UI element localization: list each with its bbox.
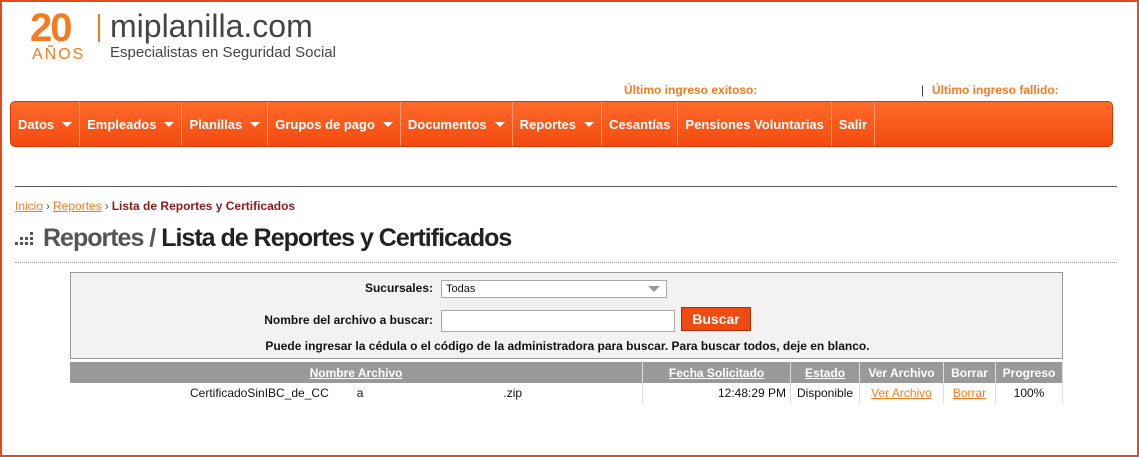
- nav-reportes[interactable]: Reportes: [513, 102, 602, 146]
- table-row: CertificadoSinIBC_de_CC a .zip 12:48:29 PM…: [70, 383, 1064, 403]
- nav-salir[interactable]: Salir: [832, 102, 876, 146]
- breadcrumb-current: Lista de Reportes y Certificados: [111, 199, 296, 213]
- main-nav: Datos Empleados Planillas Grupos de pago…: [10, 101, 1113, 147]
- header-ver-archivo: Ver Archivo: [859, 362, 944, 383]
- logo-site-name: miplanilla.com: [110, 8, 313, 44]
- search-hint: Puede ingresar la cédula o el código de …: [265, 339, 870, 353]
- chevron-down-icon: [584, 121, 594, 127]
- logo[interactable]: 20 AÑOS miplanilla.com Especialistas en …: [30, 8, 350, 68]
- nav-documentos-label: Documentos: [407, 116, 487, 132]
- title-divider: [15, 262, 1117, 263]
- delete-cell: Borrar: [943, 383, 996, 403]
- nav-grupos-de-pago[interactable]: Grupos de pago: [268, 102, 401, 146]
- login-separator: |: [921, 83, 925, 97]
- chevron-down-icon: [494, 121, 505, 127]
- reports-table: Nombre Archivo Fecha Solicitado Estado V…: [70, 362, 1064, 403]
- file-name-cell: CertificadoSinIBC_de_CC a .zip: [70, 383, 644, 403]
- chevron-down-icon: [648, 286, 660, 292]
- file-name-mid: a: [356, 386, 364, 400]
- page-title: Reportes / Lista de Reportes y Certifica…: [15, 224, 512, 253]
- sort-by-status-link[interactable]: Estado: [805, 366, 845, 380]
- breadcrumb-separator: ›: [46, 199, 51, 213]
- date-requested-cell: 12:48:29 PM: [642, 383, 792, 403]
- nav-grupos-de-pago-label: Grupos de pago: [275, 116, 375, 132]
- header-borrar: Borrar: [943, 362, 996, 383]
- search-panel: Sucursales: Todas Nombre del archivo a b…: [70, 272, 1063, 359]
- page-title-section: Reportes /: [43, 224, 156, 252]
- nav-salir-label: Salir: [838, 116, 868, 132]
- breadcrumb-home-link[interactable]: Inicio: [15, 199, 43, 213]
- status-cell: Disponible: [790, 383, 861, 403]
- header-estado[interactable]: Estado: [790, 362, 861, 383]
- nav-empleados[interactable]: Empleados: [80, 102, 183, 146]
- branches-select-value: Todas: [446, 283, 476, 295]
- branches-label: Sucursales:: [364, 281, 433, 295]
- logo-anniversary-years: AÑOS: [32, 46, 86, 63]
- nav-empleados-label: Empleados: [87, 116, 157, 132]
- search-button[interactable]: Buscar: [681, 307, 751, 331]
- sort-by-date-link[interactable]: Fecha Solicitado: [669, 366, 764, 380]
- last-success-login-label: Último ingreso exitoso:: [624, 83, 758, 97]
- logo-divider: [98, 14, 100, 42]
- nav-planillas-label: Planillas: [189, 116, 243, 132]
- branches-select[interactable]: Todas: [441, 280, 667, 298]
- breadcrumb-separator: ›: [104, 199, 109, 213]
- sort-by-name-link[interactable]: Nombre Archivo: [310, 366, 403, 380]
- nav-pensiones-voluntarias-label: Pensiones Voluntarias: [685, 116, 824, 132]
- nav-pensiones-voluntarias[interactable]: Pensiones Voluntarias: [678, 102, 832, 146]
- header-divider: [15, 186, 1117, 187]
- logo-anniversary-number: 20: [30, 6, 72, 50]
- chevron-down-icon: [250, 121, 261, 127]
- view-file-cell: Ver Archivo: [859, 383, 944, 403]
- nav-reportes-label: Reportes: [519, 116, 576, 132]
- chevron-down-icon: [382, 121, 393, 127]
- delete-link[interactable]: Borrar: [953, 386, 986, 400]
- nav-documentos[interactable]: Documentos: [401, 102, 513, 146]
- nav-cesantias-label: Cesantías: [609, 116, 671, 132]
- header-nombre-archivo[interactable]: Nombre Archivo: [70, 362, 644, 383]
- file-name-start: CertificadoSinIBC_de_CC: [190, 386, 329, 400]
- header-progreso: Progreso: [995, 362, 1064, 383]
- logo-tagline: Especialistas en Seguridad Social: [110, 44, 336, 61]
- filename-search-input[interactable]: [441, 310, 675, 332]
- page-title-text: Lista de Reportes y Certificados: [161, 224, 512, 252]
- nav-cesantias[interactable]: Cesantías: [602, 102, 679, 146]
- view-file-link[interactable]: Ver Archivo: [871, 386, 932, 400]
- chevron-down-icon: [62, 121, 73, 127]
- header-fecha-solicitado[interactable]: Fecha Solicitado: [642, 362, 792, 383]
- filename-label: Nombre del archivo a buscar:: [264, 313, 433, 327]
- progress-cell: 100%: [995, 383, 1064, 403]
- breadcrumb-reports-link[interactable]: Reportes: [53, 199, 102, 213]
- nav-datos[interactable]: Datos: [11, 102, 81, 146]
- table-header-row: Nombre Archivo Fecha Solicitado Estado V…: [70, 362, 1064, 383]
- last-failed-login-label: Último ingreso fallido:: [932, 83, 1059, 97]
- dotted-arrow-icon: [15, 232, 37, 246]
- breadcrumb: Inicio › Reportes › Lista de Reportes y Cert…: [15, 199, 295, 213]
- nav-datos-label: Datos: [18, 116, 55, 132]
- chevron-down-icon: [164, 121, 175, 127]
- file-name-end: .zip: [503, 386, 523, 400]
- nav-planillas[interactable]: Planillas: [182, 102, 269, 146]
